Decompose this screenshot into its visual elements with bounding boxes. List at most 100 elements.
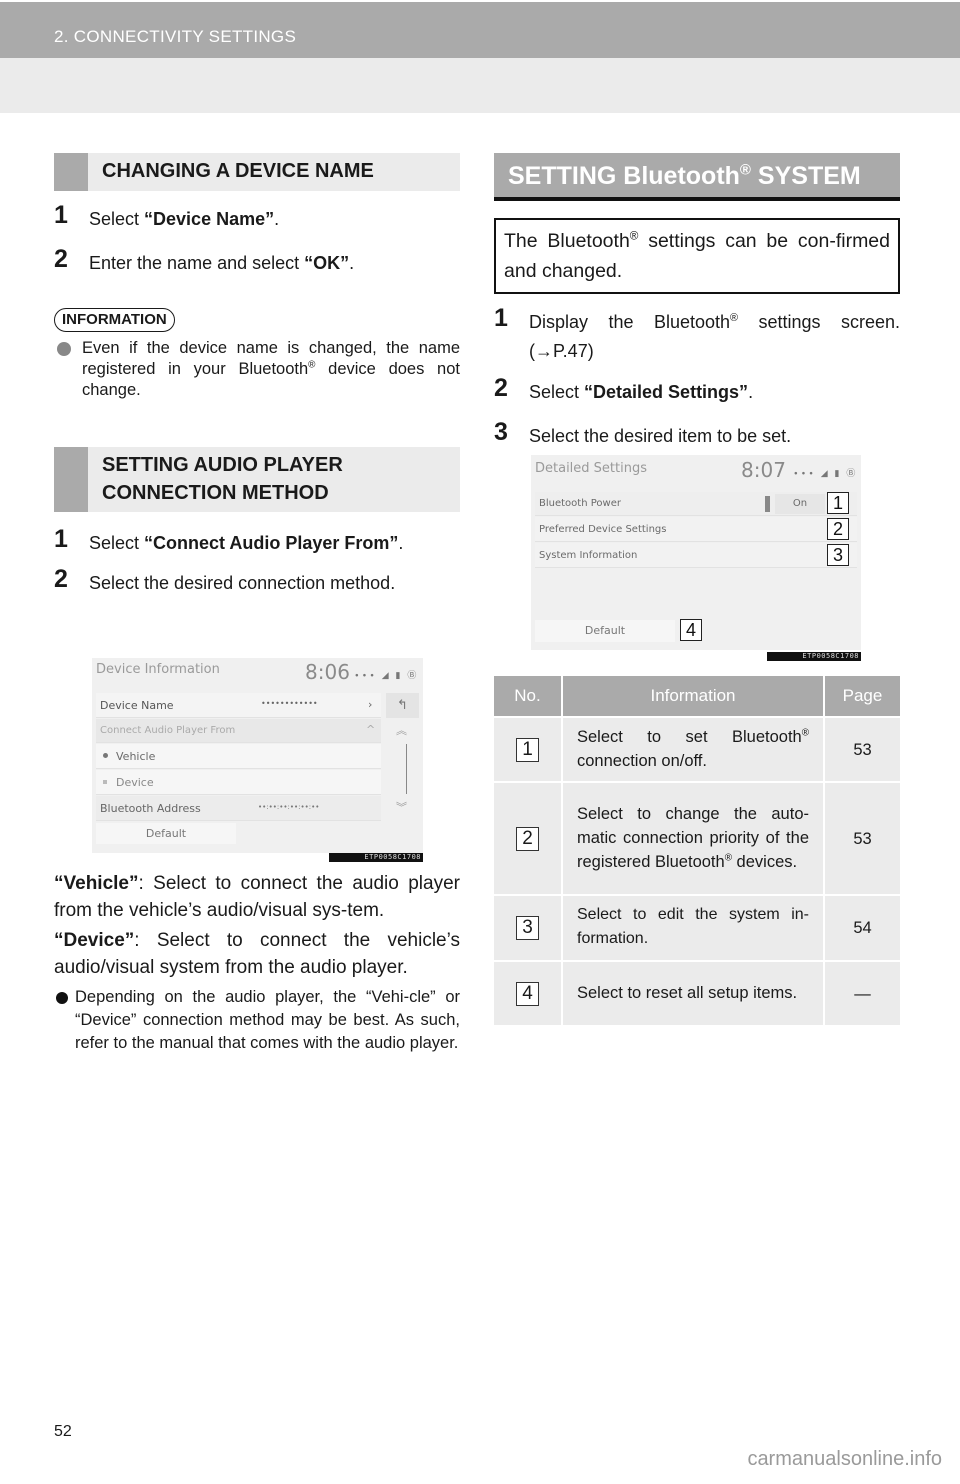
radio-selected-icon [103,753,108,758]
cell-info: Select to edit the system in-formation. [562,894,825,961]
bluetooth-address-row: Bluetooth Address ••:••:••:••:••:•• [96,796,381,821]
heading-text: SYSTEM [750,162,861,190]
info-text: Select to set Bluetooth [577,727,802,746]
step-number: 1 [54,201,68,229]
callout-3: 3 [827,544,849,566]
step-text: Display the Bluetooth [529,312,731,332]
row-label: Preferred Device Settings [539,524,667,535]
intro-box: The Bluetooth® settings can be con-firme… [494,218,900,294]
term: “Device” [54,930,135,951]
step-number: 1 [494,304,508,332]
step-2: 2 Select the desired connection method. [54,565,460,598]
number-box: 2 [516,826,539,851]
system-information-row: System Information [535,543,857,568]
cell-info: Select to change the auto-matic connecti… [562,781,825,895]
radio-unselected-icon [103,780,107,784]
image-code: ETP0058C1708 [767,652,861,661]
step-number: 3 [494,418,508,446]
chevron-up-icon: ^ [366,723,376,736]
info-bullet: Even if the device name is changed, the … [54,338,460,401]
step-1: 1 Select “Connect Audio Player From”. [54,525,460,558]
chapter-title: 2. CONNECTIVITY SETTINGS [54,27,297,46]
note-text: Depending on the audio player, the “Vehi… [75,988,460,1052]
detailed-settings-screenshot: Detailed Settings 8:07 ∙∙∙ ◢ ▮ Ⓑ Bluetoo… [531,455,861,650]
registered-mark: ® [801,727,809,738]
punct: . [274,209,280,229]
heading-text: SETTING Bluetooth [508,162,740,190]
scroll-down-icon: ︾ [396,801,407,814]
screen-title: Detailed Settings [535,461,647,476]
row-value: ••:••:••:••:••:•• [258,803,320,811]
step-number: 1 [54,525,68,553]
number-box: 1 [516,737,539,762]
chapter-header-bar: 2. CONNECTIVITY SETTINGS [0,2,960,58]
row-label: Vehicle [116,750,156,763]
cell-no: 1 [494,716,563,782]
cell-info: Select to set Bluetooth® connection on/o… [562,716,825,782]
step-text: Select [89,533,145,553]
screen-clock: 8:06 [305,660,350,684]
device-information-screenshot: Device Information 8:06 ∙∙∙ ◢ ▮ Ⓑ Device… [92,658,423,853]
cell-info: Select to reset all setup items. [562,960,825,1025]
row-label: Device [116,776,154,789]
toggle-indicator [765,496,770,512]
right-column: SETTING Bluetooth® SYSTEM The Bluetooth®… [494,153,900,451]
registered-mark: ® [724,852,732,863]
row-label: Connect Audio Player From [100,725,236,736]
heading-marker [54,447,88,512]
punct: . [748,382,754,402]
watermark: carmanualsonline.info [747,1448,942,1470]
cell-no: 2 [494,781,563,895]
header-information: Information [562,676,825,717]
number-box: 3 [516,916,539,940]
preferred-device-settings-row: Preferred Device Settings [535,517,857,542]
info-text: Select to edit the system in-formation. [577,906,809,947]
bullet-icon [57,342,71,356]
table-row: 1 Select to set Bluetooth® connection on… [494,716,900,782]
intro-text: The Bluetooth [504,230,630,252]
header-subbar [0,58,960,113]
info-text: Select to reset all setup items. [577,983,798,1002]
default-button: Default [535,620,675,642]
left-column: CHANGING A DEVICE NAME 1 Select “Device … [54,153,460,598]
information-block: INFORMATION Even if the device name is c… [54,308,460,401]
row-label: Device Name [100,699,174,712]
step-1: 1 Select “Device Name”. [54,201,460,234]
table-row: 4 Select to reset all setup items. — [494,960,900,1025]
row-label: Bluetooth Address [100,802,201,815]
cell-page: 53 [824,716,900,782]
step-button-ref: “Device Name” [144,209,275,229]
step-text: Select [89,209,145,229]
step-text: Enter the name and select [89,253,305,273]
table-row: 3 Select to edit the system in-formation… [494,894,900,961]
step-2: 2 Select “Detailed Settings”. [494,374,900,407]
connection-method-descriptions: “Vehicle”: Select to connect the audio p… [54,870,460,1055]
device-option-row: Device [96,770,381,795]
status-icons: ∙∙∙ ◢ ▮ Ⓑ [354,671,419,681]
vehicle-description: “Vehicle”: Select to connect the audio p… [54,870,460,924]
page-number: 52 [54,1423,72,1440]
note-bullet: Depending on the audio player, the “Vehi… [54,986,460,1055]
settings-info-table: No. Information Page 1 Select to set Blu… [494,676,900,1025]
status-icons: ∙∙∙ ◢ ▮ Ⓑ [793,469,858,479]
step-1: 1 Display the Bluetooth® settings screen… [494,304,900,366]
section-heading-change-device-name: CHANGING A DEVICE NAME [54,153,460,191]
cell-page: 53 [824,781,900,895]
scrollbar [406,744,407,794]
step-button-ref: “Detailed Settings” [584,382,749,402]
punct: . [349,253,355,273]
bluetooth-power-row: Bluetooth Power On [535,492,857,516]
heading-marker [54,153,88,191]
table-header-row: No. Information Page [494,676,900,717]
term: “Vehicle” [54,873,139,894]
section-title-line1: SETTING AUDIO PLAYER [102,454,343,476]
device-name-row: Device Name •••••••••••• › [96,693,381,718]
chevron-right-icon: › [368,698,373,711]
cell-no: 3 [494,894,563,961]
step-text: Select the desired item to be set. [529,426,792,446]
registered-mark: ® [739,161,751,179]
step-3: 3 Select the desired item to be set. [494,418,900,451]
number-box: 4 [516,981,539,1006]
step-number: 2 [54,245,68,273]
cell-page: — [824,960,900,1025]
